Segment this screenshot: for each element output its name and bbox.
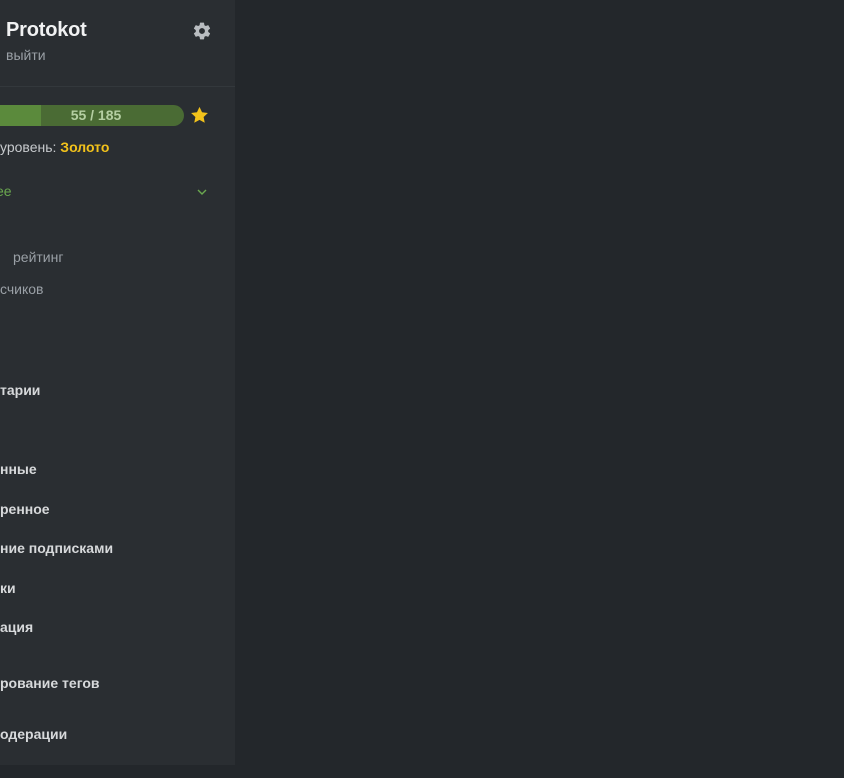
- level-value: Золото: [60, 139, 110, 155]
- nav-item-moderation-log[interactable]: одерации: [0, 726, 67, 742]
- more-toggle[interactable]: ее: [0, 183, 12, 199]
- nav-item-moderation[interactable]: ация: [0, 619, 33, 635]
- nav-item-comments[interactable]: тарии: [0, 382, 40, 398]
- chevron-down-icon[interactable]: [196, 186, 208, 198]
- nav-item-verified[interactable]: ренное: [0, 501, 50, 517]
- user-header: Protokot выйти: [0, 0, 235, 87]
- nav-item-subscriptions[interactable]: ние подписками: [0, 540, 113, 556]
- sidebar: Protokot выйти 55 / 185 уровень: Золото …: [0, 0, 235, 765]
- nav-item-saved[interactable]: нные: [0, 461, 37, 477]
- progress-label: 55 / 185: [70, 107, 122, 123]
- rating-label: рейтинг: [13, 249, 64, 265]
- level-line: уровень: Золото: [0, 139, 109, 155]
- subscribers-label[interactable]: счиков: [0, 281, 43, 297]
- star-icon: [191, 106, 208, 123]
- logout-link[interactable]: выйти: [6, 47, 46, 63]
- nav-item-notes[interactable]: ки: [0, 580, 16, 596]
- level-prefix: уровень:: [0, 139, 57, 155]
- gear-icon[interactable]: [192, 21, 212, 41]
- username[interactable]: Protokot: [6, 19, 87, 42]
- nav-item-tag-editing[interactable]: рование тегов: [0, 675, 100, 691]
- level-progress-bar: 55 / 185: [0, 105, 184, 126]
